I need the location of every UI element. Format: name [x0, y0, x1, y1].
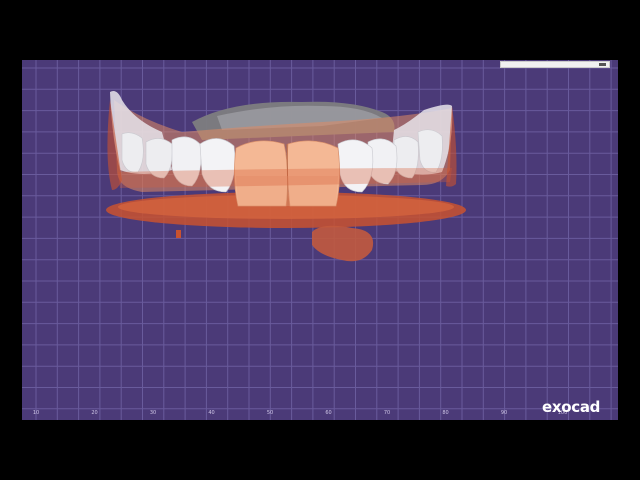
model-lower-blob [312, 225, 374, 262]
model-peg [176, 230, 181, 238]
tooth-left-molar [121, 132, 144, 173]
ruler-label: 10 [32, 410, 40, 416]
dental-model-icon[interactable] [22, 60, 618, 420]
slider-handle[interactable] [599, 63, 606, 66]
ruler-label: 80 [442, 410, 449, 416]
3d-viewport[interactable]: 10 20 30 40 50 60 70 80 90 100 exocad [22, 60, 618, 420]
ruler-label: 40 [208, 410, 215, 416]
ruler-label: 70 [383, 410, 391, 416]
ruler-label: 60 [325, 410, 332, 416]
top-right-slider[interactable] [500, 61, 610, 68]
ruler-label: 50 [266, 410, 274, 416]
exocad-logo: exocad [542, 398, 601, 416]
ruler-label: 90 [500, 410, 508, 416]
ruler-label: 30 [149, 410, 157, 416]
app-window: 10 20 30 40 50 60 70 80 90 100 exocad [0, 0, 640, 480]
ruler-label: 20 [91, 410, 98, 416]
